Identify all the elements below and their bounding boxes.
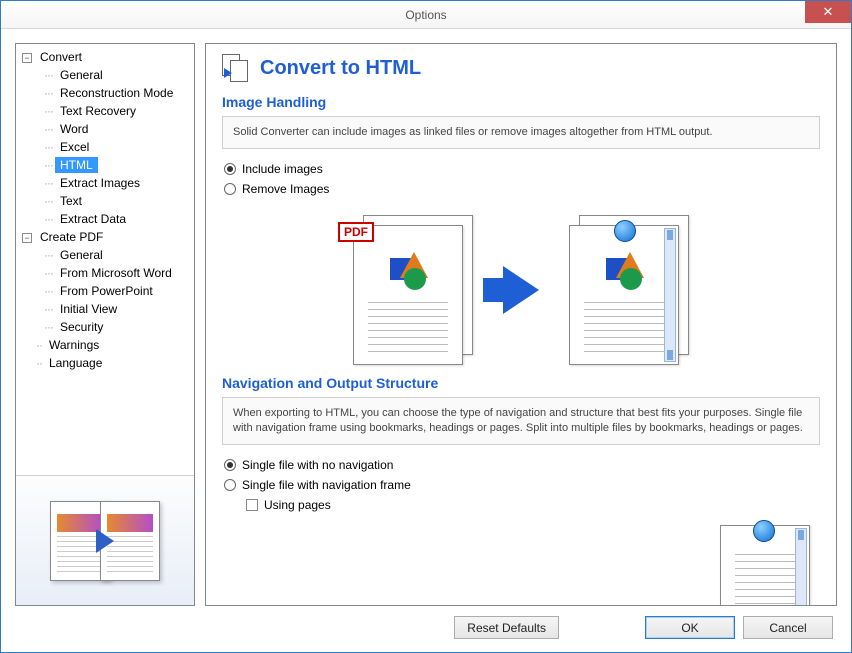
- radio-label: Single file with navigation frame: [242, 478, 411, 492]
- scrollbar-icon: [664, 228, 676, 362]
- tree-item-label: Warnings: [44, 337, 104, 353]
- tree-item[interactable]: ···Excel: [18, 138, 192, 156]
- tree-group-label: Create PDF: [35, 229, 108, 245]
- conversion-diagram: PDF: [222, 215, 820, 365]
- radio-icon: [224, 459, 236, 471]
- dialog-button-row: Reset Defaults OK Cancel: [15, 606, 837, 639]
- image-handling-info: Solid Converter can include images as li…: [222, 116, 820, 149]
- tree-item[interactable]: ···Text: [18, 192, 192, 210]
- window-title: Options: [1, 8, 851, 22]
- nav-structure-info: When exporting to HTML, you can choose t…: [222, 397, 820, 445]
- tree-item-label: General: [55, 67, 108, 83]
- cancel-button[interactable]: Cancel: [743, 616, 833, 639]
- tree-item-label: Word: [55, 121, 93, 137]
- tree-group[interactable]: −Create PDF: [18, 228, 192, 246]
- globe-icon: [753, 520, 775, 542]
- category-tree-panel: −Convert···General···Reconstruction Mode…: [15, 43, 195, 606]
- tree-item[interactable]: ···Text Recovery: [18, 102, 192, 120]
- tree-item[interactable]: ··Warnings: [18, 336, 192, 354]
- category-tree[interactable]: −Convert···General···Reconstruction Mode…: [16, 44, 194, 475]
- tree-group-label: Convert: [35, 49, 87, 65]
- tree-group[interactable]: −Convert: [18, 48, 192, 66]
- radio-icon: [224, 183, 236, 195]
- section-nav-structure-title: Navigation and Output Structure: [222, 375, 820, 391]
- radio-icon: [224, 163, 236, 175]
- radio-remove-images[interactable]: Remove Images: [222, 179, 820, 199]
- tree-item-label: Security: [55, 319, 108, 335]
- titlebar: Options ✕: [1, 1, 851, 29]
- checkbox-using-pages[interactable]: Using pages: [222, 495, 820, 515]
- tree-item[interactable]: ···Security: [18, 318, 192, 336]
- tree-item[interactable]: ···General: [18, 66, 192, 84]
- checkbox-icon: [246, 499, 258, 511]
- tree-item[interactable]: ···Extract Data: [18, 210, 192, 228]
- radio-label: Remove Images: [242, 182, 329, 196]
- scrollbar-icon: [795, 528, 807, 606]
- radio-icon: [224, 479, 236, 491]
- tree-item[interactable]: ···General: [18, 246, 192, 264]
- tree-item[interactable]: ··Language: [18, 354, 192, 372]
- tree-item-label: From PowerPoint: [55, 283, 158, 299]
- tree-item[interactable]: ···Extract Images: [18, 174, 192, 192]
- tree-item-label: Initial View: [55, 301, 122, 317]
- sidebar-illustration: [16, 475, 194, 605]
- collapse-icon[interactable]: −: [22, 53, 32, 63]
- tree-item-label: General: [55, 247, 108, 263]
- tree-item-label: Excel: [55, 139, 94, 155]
- arrow-right-icon: [96, 529, 114, 553]
- pdf-badge: PDF: [338, 222, 374, 242]
- settings-pane: Convert to HTML Image Handling Solid Con…: [205, 43, 837, 606]
- tree-item-label: Text: [55, 193, 87, 209]
- globe-icon: [614, 220, 636, 242]
- tree-item-label: From Microsoft Word: [55, 265, 177, 281]
- tree-item[interactable]: ···Initial View: [18, 300, 192, 318]
- convert-html-icon: [222, 54, 250, 82]
- source-doc-icon: PDF: [353, 215, 473, 365]
- tree-item-label: Reconstruction Mode: [55, 85, 178, 101]
- tree-item[interactable]: ···From Microsoft Word: [18, 264, 192, 282]
- section-image-handling-title: Image Handling: [222, 94, 820, 110]
- radio-label: Single file with no navigation: [242, 458, 393, 472]
- tree-item-label: Language: [44, 355, 107, 371]
- arrow-right-icon: [503, 266, 539, 314]
- checkbox-label: Using pages: [264, 498, 331, 512]
- tree-item[interactable]: ···Word: [18, 120, 192, 138]
- tree-item[interactable]: ···Reconstruction Mode: [18, 84, 192, 102]
- tree-item-label: Extract Data: [55, 211, 131, 227]
- tree-item[interactable]: ···From PowerPoint: [18, 282, 192, 300]
- ok-button[interactable]: OK: [645, 616, 735, 639]
- nav-illustration: [700, 525, 820, 606]
- target-doc-icon: [569, 215, 689, 365]
- radio-single-with-nav[interactable]: Single file with navigation frame: [222, 475, 820, 495]
- page-title: Convert to HTML: [260, 57, 421, 80]
- reset-defaults-button[interactable]: Reset Defaults: [454, 616, 559, 639]
- close-button[interactable]: ✕: [805, 1, 851, 23]
- collapse-icon[interactable]: −: [22, 233, 32, 243]
- tree-item-label: HTML: [55, 157, 98, 173]
- tree-item[interactable]: ···HTML: [18, 156, 192, 174]
- radio-single-no-nav[interactable]: Single file with no navigation: [222, 455, 820, 475]
- tree-item-label: Text Recovery: [55, 103, 141, 119]
- radio-include-images[interactable]: Include images: [222, 159, 820, 179]
- radio-label: Include images: [242, 162, 323, 176]
- tree-item-label: Extract Images: [55, 175, 145, 191]
